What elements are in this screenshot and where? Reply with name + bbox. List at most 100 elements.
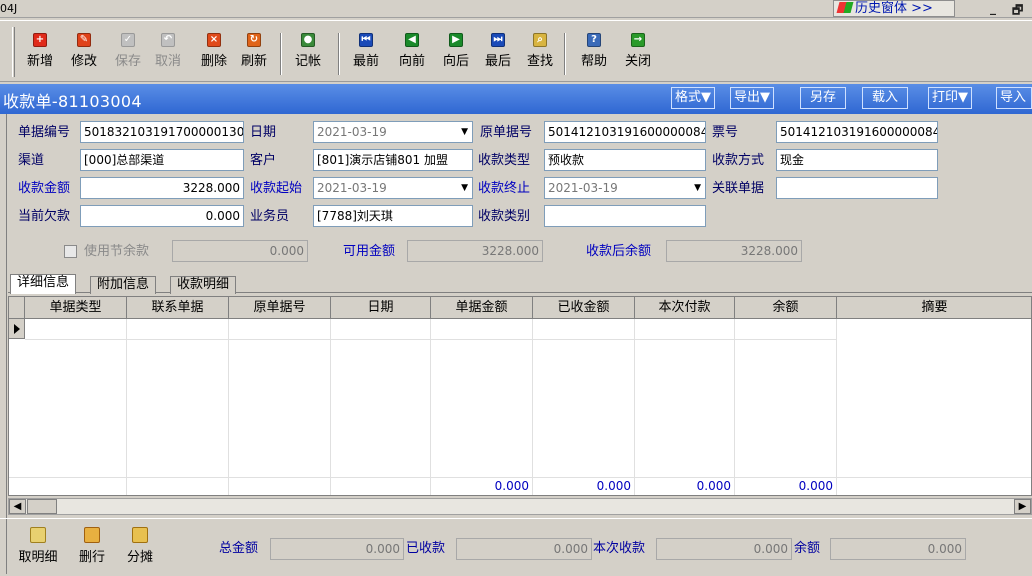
column-header[interactable]: 日期 (331, 297, 431, 319)
allocate-button[interactable]: 分摊 (122, 527, 158, 575)
previous-record-button[interactable]: ◀ 向前 (394, 33, 430, 79)
tab-receipt-detail[interactable]: 收款明细 (170, 276, 237, 294)
channel-field[interactable]: [000]总部渠道 (80, 149, 244, 171)
column-header[interactable]: 单据类型 (25, 297, 127, 319)
undo-button[interactable]: ↶ 取消 (150, 33, 186, 79)
edit-button[interactable]: ✎ 修改 (66, 33, 102, 79)
help-button[interactable]: ? 帮助 (576, 33, 612, 79)
chevron-down-icon[interactable]: ▼ (694, 178, 701, 198)
total-payment: 0.000 (696, 479, 731, 493)
export-menu-button[interactable]: 导出▼ (730, 87, 774, 109)
delete-button[interactable]: × 删除 (196, 33, 232, 79)
tab-extra[interactable]: 附加信息 (90, 276, 157, 294)
end-date-picker[interactable]: 2021-03-19 ▼ (544, 177, 706, 199)
grid-column (25, 319, 127, 495)
help-icon: ? (587, 33, 601, 47)
orig-doc-no-field[interactable]: 501412103191600000084 (544, 121, 706, 143)
current-row-indicator[interactable] (9, 319, 25, 339)
related-doc-field[interactable] (776, 177, 938, 199)
save-button[interactable]: ✓ 保存 (110, 33, 146, 79)
title-bar: 04J 历史窗体 >> _ 🗗 (0, 0, 1032, 18)
column-header[interactable]: 余额 (735, 297, 837, 319)
restore-button[interactable]: 🗗 (1012, 1, 1023, 22)
load-button[interactable]: 载入 (862, 87, 908, 109)
receipt-method-field[interactable]: 现金 (776, 149, 938, 171)
use-balance-field: 0.000 (172, 240, 308, 262)
format-menu-button[interactable]: 格式▼ (671, 87, 715, 109)
grid-column (533, 319, 635, 495)
save-as-button[interactable]: 另存 (800, 87, 846, 109)
after-balance-label: 收款后余额 (586, 244, 652, 259)
scroll-left-icon[interactable]: ◀ (9, 499, 26, 514)
print-menu-button[interactable]: 打印▼ (928, 87, 972, 109)
category-label: 收款类别 (478, 209, 531, 224)
main-toolbar: + 新增 ✎ 修改 ✓ 保存 ↶ 取消 × 删除 ↻ 刷新 ● 记帐 ⏮ 最前 ◀ 向前 ▶ 向后 ⏭ 最后 ⌕ 查找 ? 帮助 →… (0, 20, 1032, 82)
horizontal-scrollbar[interactable]: ◀ ▶ (8, 498, 1032, 515)
doc-no-field[interactable]: 501832103191700000130 (80, 121, 244, 143)
delete-row-button[interactable]: 删行 (74, 527, 110, 575)
detail-grid[interactable]: 单据类型 联系单据 原单据号 日期 单据金额 已收金额 本次付款 余额 摘要 0… (8, 296, 1032, 496)
orig-doc-no-label: 原单据号 (480, 125, 533, 140)
column-header[interactable]: 本次付款 (635, 297, 735, 319)
refresh-button[interactable]: ↻ 刷新 (236, 33, 272, 79)
receipt-type-label: 收款类型 (478, 153, 531, 168)
use-balance-checkbox[interactable] (64, 245, 77, 258)
start-label: 收款起始 (250, 181, 303, 196)
related-doc-label: 关联单据 (712, 181, 765, 196)
channel-label: 渠道 (18, 153, 45, 168)
category-field[interactable] (544, 205, 706, 227)
toolbar-separator (564, 33, 566, 75)
find-button[interactable]: ⌕ 查找 (522, 33, 558, 79)
toolbar-grip[interactable] (12, 27, 15, 77)
chevron-down-icon[interactable]: ▼ (461, 178, 468, 198)
tab-detail[interactable]: 详细信息 (10, 274, 77, 294)
grid-column (431, 319, 533, 495)
last-record-button[interactable]: ⏭ 最后 (480, 33, 516, 79)
import-button[interactable]: 导入 (996, 87, 1032, 109)
close-button[interactable]: → 关闭 (620, 33, 656, 79)
fetch-detail-button[interactable]: 取明细 (16, 527, 60, 575)
find-icon: ⌕ (533, 33, 547, 47)
ticket-no-field[interactable]: 501412103191600000084 (776, 121, 938, 143)
received-field: 0.000 (456, 538, 592, 560)
history-windows-button[interactable]: 历史窗体 >> (833, 0, 955, 17)
received-label: 已收款 (406, 541, 446, 556)
post-ledger-button[interactable]: ● 记帐 (290, 33, 326, 79)
current-debt-field[interactable]: 0.000 (80, 205, 244, 227)
first-record-button[interactable]: ⏮ 最前 (348, 33, 384, 79)
column-header[interactable]: 摘要 (837, 297, 1031, 319)
next-record-button[interactable]: ▶ 向后 (438, 33, 474, 79)
add-button[interactable]: + 新增 (22, 33, 58, 79)
grid-column (635, 319, 735, 495)
refresh-icon: ↻ (247, 33, 261, 47)
receipt-method-label: 收款方式 (712, 153, 765, 168)
column-header[interactable]: 已收金额 (533, 297, 635, 319)
scroll-right-icon[interactable]: ▶ (1014, 499, 1031, 514)
total-doc-amount: 0.000 (494, 479, 529, 493)
left-edge (0, 84, 7, 574)
next-record-icon: ▶ (449, 33, 463, 47)
start-date-picker[interactable]: 2021-03-19 ▼ (313, 177, 473, 199)
column-header[interactable]: 联系单据 (127, 297, 229, 319)
windows-flag-icon (836, 2, 854, 13)
salesperson-field[interactable]: [7788]刘天琪 (313, 205, 473, 227)
column-header[interactable]: 单据金额 (431, 297, 533, 319)
date-picker[interactable]: 2021-03-19 ▼ (313, 121, 473, 143)
toolbar-separator (280, 33, 282, 75)
amount-field[interactable]: 3228.000 (80, 177, 244, 199)
use-balance-label: 使用节余款 (84, 244, 150, 259)
first-record-icon: ⏮ (359, 33, 373, 47)
chevron-down-icon[interactable]: ▼ (461, 122, 468, 142)
delete-row-icon (84, 527, 100, 543)
amount-label: 收款金额 (18, 181, 71, 196)
customer-label: 客户 (250, 153, 277, 168)
grid-column (127, 319, 229, 495)
total-amount-label: 总金额 (219, 541, 259, 556)
column-header[interactable]: 原单据号 (229, 297, 331, 319)
minimize-button[interactable]: _ (990, 1, 996, 15)
customer-field[interactable]: [801]演示店铺801 加盟 (313, 149, 473, 171)
available-field: 3228.000 (407, 240, 543, 262)
receipt-type-field[interactable]: 预收款 (544, 149, 706, 171)
current-debt-label: 当前欠款 (18, 209, 71, 224)
scroll-thumb[interactable] (27, 499, 57, 514)
